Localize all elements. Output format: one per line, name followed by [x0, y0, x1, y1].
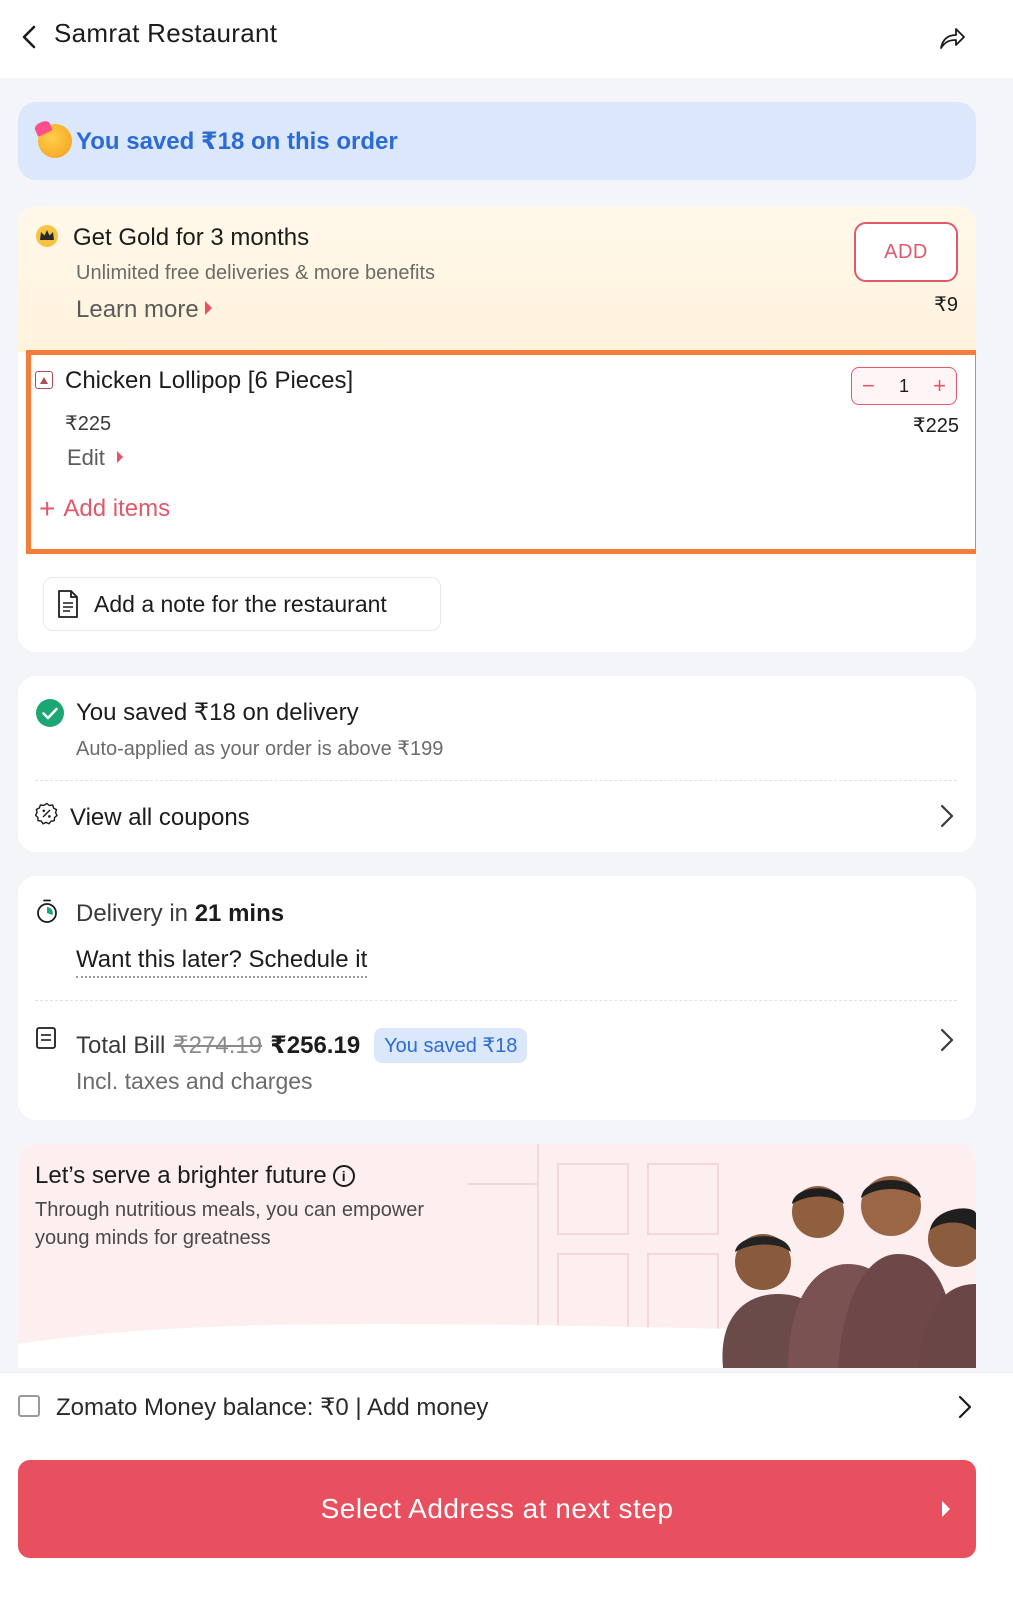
learn-more-label: Learn more	[76, 296, 199, 323]
item-line-total: ₹225	[912, 415, 959, 437]
charity-subtitle: Through nutritious meals, you can empowe…	[35, 1199, 425, 1249]
learn-more-link[interactable]: Learn more	[76, 296, 212, 324]
quantity-value: 1	[898, 375, 909, 396]
chevron-left-icon[interactable]	[18, 22, 42, 52]
page-title: Samrat Restaurant	[54, 18, 278, 48]
note-document-icon	[58, 590, 78, 618]
charity-title: Let’s serve a brighter future i	[35, 1162, 355, 1190]
add-note-button[interactable]: Add a note for the restaurant	[43, 577, 441, 631]
wallet-balance-label: Zomato Money balance: ₹0 | Add money	[56, 1394, 489, 1421]
total-bill-row[interactable]: Total Bill ₹274.19 ₹256.19 You saved ₹18	[76, 1028, 528, 1063]
gold-membership-section: Get Gold for 3 months Unlimited free del…	[18, 206, 976, 352]
discount-badge-icon	[35, 802, 58, 825]
order-savings-text: You saved ₹18 on this order	[76, 127, 398, 155]
chevron-right-icon[interactable]	[940, 1028, 954, 1052]
wallet-checkbox[interactable]	[18, 1395, 40, 1417]
caret-right-icon	[942, 1501, 950, 1517]
chevron-right-icon[interactable]	[940, 804, 954, 828]
edit-item-link[interactable]: Edit	[67, 445, 123, 471]
divider	[35, 1000, 957, 1001]
gold-price: ₹9	[934, 294, 958, 316]
non-veg-icon	[35, 371, 53, 389]
stopwatch-icon	[37, 899, 57, 923]
receipt-icon	[36, 1027, 56, 1049]
check-circle-icon	[36, 699, 64, 727]
order-savings-banner: You saved ₹18 on this order	[18, 102, 976, 180]
delivery-eta-value: 21 mins	[194, 900, 285, 927]
party-face-icon	[38, 124, 72, 158]
select-address-label: Select Address at next step	[320, 1493, 674, 1524]
delivery-eta: Delivery in 21 mins	[76, 900, 284, 928]
bottom-cta-area: Select Address at next step	[0, 1440, 1013, 1600]
decrement-button[interactable]: −	[862, 375, 875, 397]
wallet-balance-row[interactable]: Zomato Money balance: ₹0 | Add money	[0, 1372, 1013, 1440]
delivery-eta-prefix: Delivery in	[76, 900, 195, 927]
top-app-bar: Samrat Restaurant	[0, 0, 1013, 78]
add-items-button[interactable]: + Add items	[39, 493, 170, 525]
delivery-savings-title: You saved ₹18 on delivery	[76, 699, 359, 726]
select-address-button[interactable]: Select Address at next step	[18, 1460, 976, 1558]
total-bill-label: Total Bill	[76, 1031, 166, 1059]
crown-icon	[36, 225, 58, 247]
view-all-coupons-link[interactable]: View all coupons	[70, 804, 250, 832]
schedule-delivery-link[interactable]: Want this later? Schedule it	[76, 946, 368, 978]
chevron-right-icon[interactable]	[958, 1395, 972, 1419]
gold-title: Get Gold for 3 months	[73, 224, 310, 251]
divider	[35, 780, 957, 781]
quantity-stepper: − 1 +	[851, 367, 957, 405]
final-total: ₹256.19	[270, 1032, 361, 1059]
add-note-label: Add a note for the restaurant	[94, 590, 387, 617]
cart-item-section: Chicken Lollipop [6 Pieces] ₹225 Edit − …	[26, 350, 976, 554]
item-unit-price: ₹225	[65, 413, 112, 435]
original-total: ₹274.19	[173, 1032, 263, 1059]
info-icon[interactable]: i	[332, 1165, 355, 1187]
share-arrow-icon[interactable]	[937, 24, 967, 52]
children-group	[722, 1176, 976, 1368]
caret-right-icon	[204, 301, 212, 315]
delivery-savings-subtitle: Auto-applied as your order is above ₹199	[76, 738, 444, 760]
add-gold-button[interactable]: ADD	[854, 222, 958, 282]
plus-icon: +	[39, 493, 56, 524]
cart-card: Get Gold for 3 months Unlimited free del…	[18, 206, 976, 652]
coupons-card: You saved ₹18 on delivery Auto-applied a…	[18, 676, 976, 852]
delivery-bill-card: Delivery in 21 mins Want this later? Sch…	[18, 876, 976, 1120]
add-items-label: Add items	[63, 495, 171, 522]
charity-promo-card: Let’s serve a brighter future i Through n…	[18, 1144, 976, 1368]
increment-button[interactable]: +	[933, 375, 946, 397]
item-name: Chicken Lollipop [6 Pieces]	[65, 367, 354, 394]
gold-subtitle: Unlimited free deliveries & more benefit…	[76, 262, 436, 284]
charity-title-text: Let’s serve a brighter future	[35, 1162, 327, 1189]
savings-badge: You saved ₹18	[374, 1028, 528, 1063]
edit-label: Edit	[67, 445, 105, 470]
caret-right-icon	[116, 451, 123, 463]
bill-subtext: Incl. taxes and charges	[76, 1068, 313, 1094]
